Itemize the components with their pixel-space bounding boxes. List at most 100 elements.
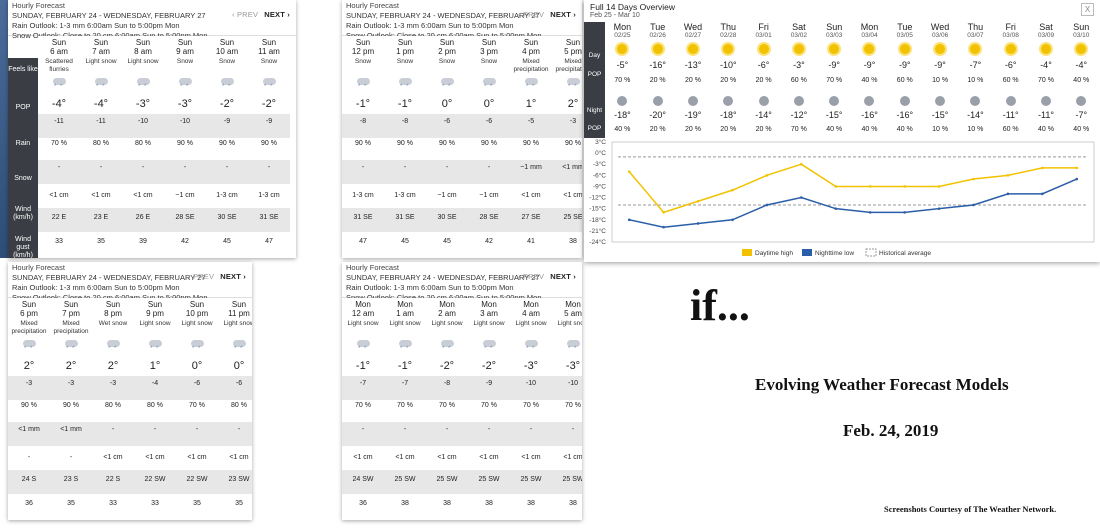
temperature: -3°	[523, 360, 539, 372]
gust-value: 38	[569, 500, 577, 507]
feels-value: -9	[485, 380, 493, 387]
wind-value: 23 SW	[228, 476, 250, 483]
night-icon	[687, 96, 698, 106]
next-button[interactable]: NEXT ›	[264, 10, 290, 19]
temperature: 2°	[567, 98, 579, 110]
next-button[interactable]: NEXT ›	[220, 272, 246, 281]
overview-day-column: Wed 02/27 -13° 20 % -19° 20 %	[675, 22, 711, 138]
wind-value: 30 SE	[437, 214, 457, 221]
snow-cloud-icon: * *	[440, 78, 454, 90]
rain-value: -	[141, 164, 145, 171]
y-tick-label: -18°C	[589, 216, 606, 224]
sun-cloud-icon	[1076, 44, 1087, 54]
daytime-high-point	[1075, 166, 1079, 170]
condition: Snow	[354, 58, 372, 65]
prev-button[interactable]: ‹ PREV	[518, 10, 544, 19]
overview-day-column: Sun 03/10 -4° 40 % -7° 40 %	[1063, 22, 1099, 138]
hour-day: Sun 7 pm	[50, 300, 92, 318]
legend-swatch-avg	[865, 248, 877, 257]
day-name: Sun	[105, 300, 121, 309]
temperature: -1°	[397, 98, 413, 110]
rain-outlook: Rain Outlook: 1-3 mm 6:00am Sun to 5:00p…	[12, 21, 180, 30]
gust-value: 35	[235, 500, 243, 507]
prev-button[interactable]: ‹ PREV	[188, 272, 214, 281]
prev-button[interactable]: ‹ PREV	[232, 10, 258, 19]
day-name: Sun	[261, 38, 277, 47]
daytime-high-point	[903, 185, 906, 188]
night-pop: 20 %	[720, 126, 737, 133]
next-label: NEXT	[550, 272, 572, 281]
day-name: Sun	[51, 38, 67, 47]
close-button[interactable]: X	[1081, 3, 1094, 16]
daytime-high-point	[1041, 166, 1044, 170]
temperature: 2°	[23, 360, 35, 372]
night-temp: -15°	[931, 110, 949, 120]
snow-value: <1 cm	[353, 454, 373, 461]
row-label: POP	[15, 104, 31, 111]
sun-cloud-icon	[687, 44, 698, 54]
condition: Mixed precipitation	[513, 58, 549, 73]
snow-cloud-icon: * *	[178, 78, 192, 90]
gust-value: 45	[443, 238, 451, 245]
next-button[interactable]: NEXT ›	[550, 272, 576, 281]
day-date: 02/28	[720, 32, 737, 39]
day-pop: 20 %	[685, 77, 701, 84]
night-pop: 20 %	[755, 126, 772, 133]
hour-time: 6 am	[50, 47, 68, 56]
snow-value: <1 cm	[563, 454, 582, 461]
overview-day-column: Fri 03/08 -6° 60 % -11° 60 %	[993, 22, 1029, 138]
snow-value: -	[69, 454, 73, 461]
snow-cloud-icon: * *	[398, 340, 412, 352]
rain-outlook: Rain Outlook: 1-3 mm 6:00am Sun to 5:00p…	[12, 283, 180, 292]
pop-value: 90 %	[21, 402, 37, 409]
rain-value: -	[153, 426, 157, 433]
caption-credit: Screenshots Courtesy of The Weather Netw…	[884, 504, 1057, 514]
overview-day-column: Tue 03/05 -9° 60 % -16° 40 %	[887, 22, 923, 138]
overview-night-labels: Night POP	[584, 91, 605, 138]
snow-cloud-icon: * *	[190, 340, 204, 352]
feels-value: -6	[443, 118, 451, 125]
temperature: -3°	[565, 360, 581, 372]
hour-column: Mon 2 am Light snow * * -2° -8 70 % - <1 cm 25 SW…	[426, 298, 468, 520]
wind-value: 22 SW	[186, 476, 208, 483]
nighttime-low-point	[834, 207, 838, 210]
snow-cloud-icon: * *	[64, 340, 78, 352]
feels-value: -7	[359, 380, 367, 387]
day-date: 02/26	[649, 32, 666, 39]
prev-button[interactable]: ‹ PREV	[518, 272, 544, 281]
rain-value: -	[487, 426, 491, 433]
y-tick-label: -15°C	[589, 205, 606, 213]
nighttime-low-point	[662, 225, 665, 229]
day-pop: 70 %	[1038, 77, 1054, 84]
pop-value: 90 %	[439, 140, 455, 147]
overview-day-column: Sat 03/02 -3° 60 % -12° 70 %	[781, 22, 817, 138]
gust-value: 35	[97, 238, 105, 245]
day-of-week: Wed	[930, 22, 950, 32]
nighttime-low-point	[903, 211, 906, 214]
night-pop: 70 %	[790, 126, 807, 133]
rain-value: -	[237, 426, 241, 433]
day-name: Sun	[231, 300, 247, 309]
panel-header: Hourly Forecast SUNDAY, FEBRUARY 24 - WED…	[8, 0, 296, 40]
hour-time: 9 pm	[146, 309, 164, 318]
pop-value: 70 %	[481, 402, 497, 409]
day-pop: 60 %	[790, 77, 807, 84]
pop-value: 80 %	[231, 402, 247, 409]
precip-marks: * *	[222, 84, 232, 90]
day-temp: -5°	[616, 60, 629, 70]
precip-marks: * *	[568, 346, 578, 352]
temperature: -2°	[439, 360, 455, 372]
day-name: Mon	[523, 300, 539, 309]
sun-cloud-icon	[617, 44, 628, 54]
day-of-week: Wed	[683, 22, 703, 32]
night-pop: 20 %	[649, 126, 666, 133]
hour-time: 11 pm	[228, 309, 250, 318]
overview-day-column: Wed 03/06 -9° 10 % -15° 10 %	[922, 22, 958, 138]
next-label: NEXT	[220, 272, 242, 281]
condition: Wet snow	[98, 320, 128, 327]
wind-value: 28 SE	[479, 214, 499, 221]
overview-header: Full 14 Days Overview Feb 25 - Mar 10	[590, 2, 675, 19]
hour-column: Sun5 pm Mixed precipitation * * 2° -3 90 % <1 …	[552, 36, 582, 258]
feels-value: -6	[485, 118, 493, 125]
next-button[interactable]: NEXT ›	[550, 10, 576, 19]
